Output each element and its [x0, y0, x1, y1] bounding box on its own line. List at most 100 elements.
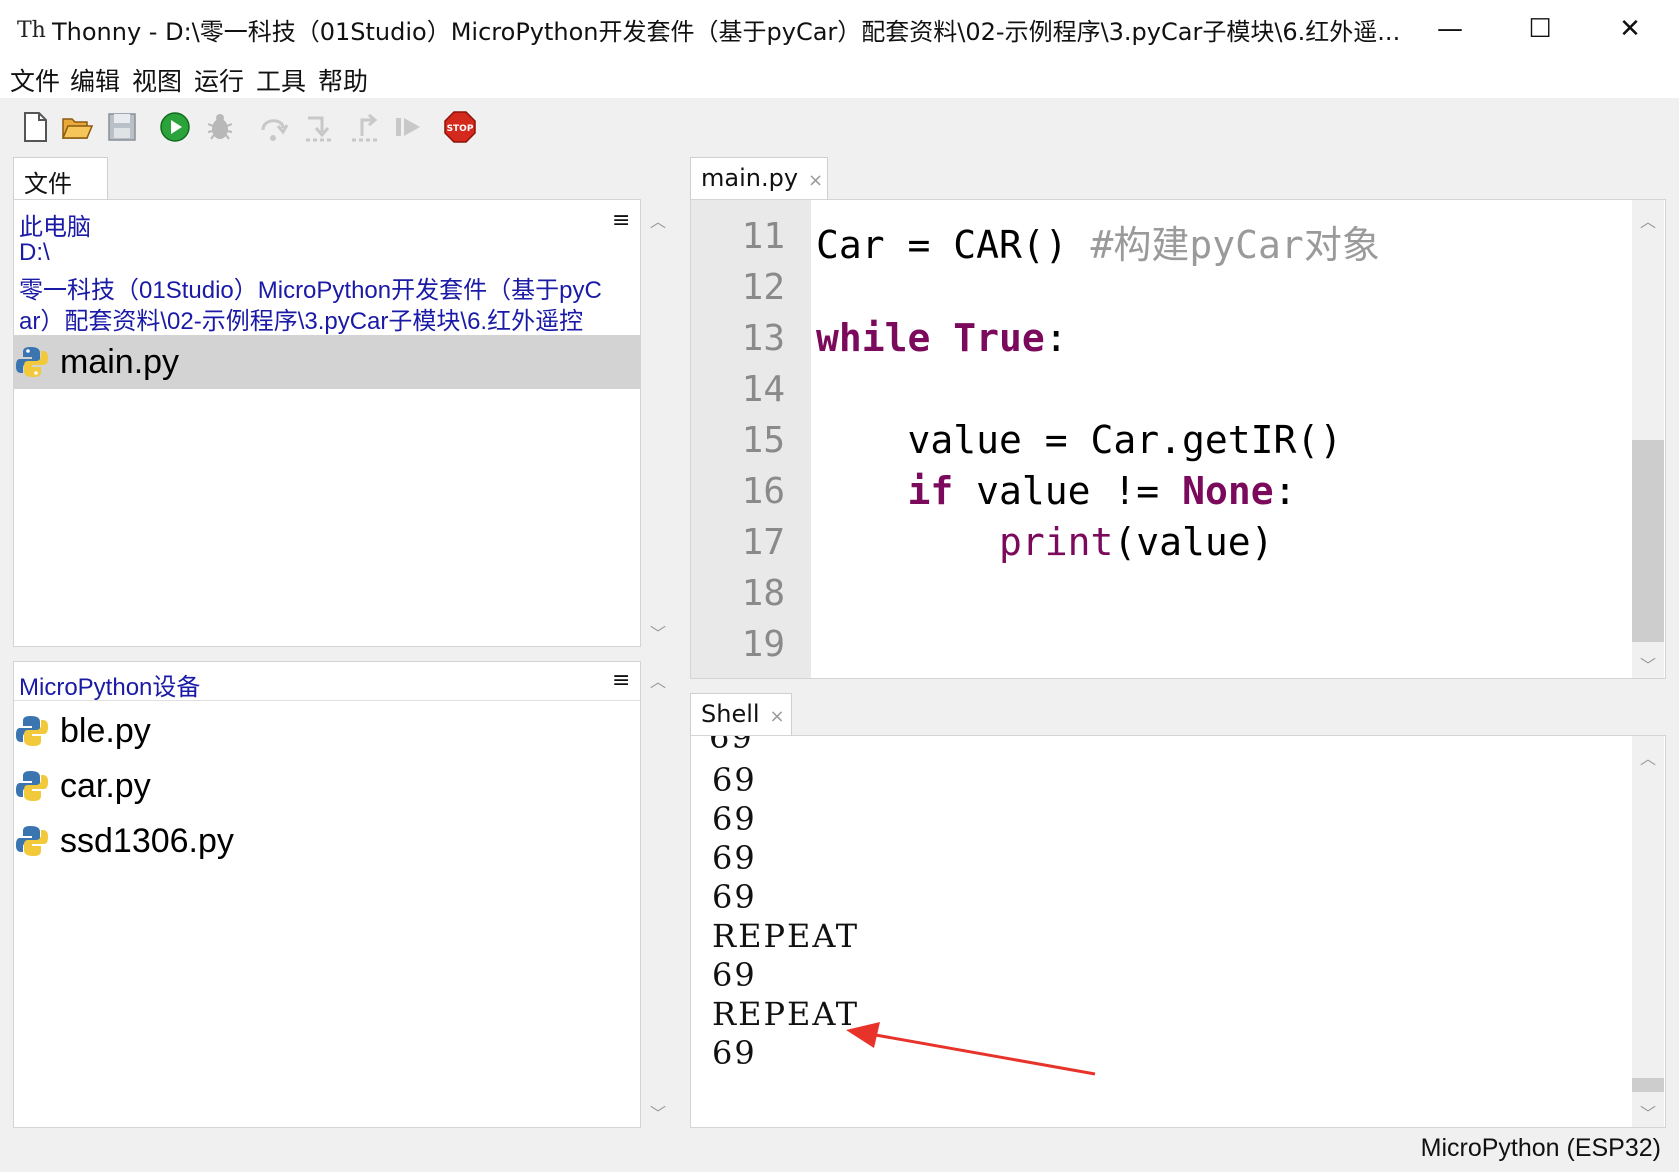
path-line-1[interactable]: 零一科技（01Studio）MicroPython开发套件（基于pyC [19, 270, 602, 305]
menu-tools[interactable]: 工具 [256, 62, 306, 98]
python-file-icon [16, 826, 48, 856]
shell-scrollbar[interactable] [1632, 736, 1664, 1127]
file-name-ssd1306: ssd1306.py [60, 821, 234, 860]
code-line-17[interactable]: print(value) [816, 520, 1274, 564]
code-line-15[interactable]: value = Car.getIR() [816, 418, 1343, 462]
annotation-arrow-icon [846, 1022, 1096, 1076]
device-header[interactable]: MicroPython设备 [19, 667, 200, 702]
run-icon[interactable] [158, 110, 192, 144]
editor-scroll-down-icon[interactable]: ﹀ [1640, 652, 1656, 676]
close-button[interactable]: ✕ [1585, 0, 1675, 58]
menu-file[interactable]: 文件 [10, 62, 60, 98]
menu-edit[interactable]: 编辑 [70, 62, 120, 98]
code-line-11[interactable]: Car = CAR() #构建pyCar对象 [816, 214, 1380, 269]
line-number: 19 [741, 624, 785, 665]
shell-output-line: 69 [712, 956, 757, 994]
step-out-icon[interactable] [348, 110, 382, 144]
python-file-icon [16, 716, 48, 746]
python-file-icon [16, 347, 48, 377]
interpreter-status[interactable]: MicroPython (ESP32) [1421, 1134, 1661, 1163]
line-number: 12 [741, 267, 785, 308]
code-text: : [1044, 316, 1068, 360]
device-menu-icon[interactable]: ≡ [612, 668, 630, 693]
file-name-ble: ble.py [60, 711, 151, 750]
svg-text:Th: Th [17, 18, 46, 43]
shell-scrollbar-thumb[interactable] [1632, 1078, 1664, 1092]
shell-output-line: 69 [712, 800, 757, 838]
maximize-button[interactable]: ☐ [1495, 0, 1585, 58]
close-icon: ✕ [1619, 14, 1641, 44]
device-scroll-up-icon[interactable]: ︿ [650, 668, 666, 692]
code-line-13[interactable]: while True: [816, 316, 1068, 360]
code-text: value != [953, 469, 1183, 513]
file-item-ble[interactable]: ble.py [14, 704, 151, 758]
window-title: Thonny - D:\零一科技（01Studio）MicroPython开发套… [52, 18, 1401, 46]
thonny-app-icon: Th [17, 18, 46, 43]
step-into-icon[interactable] [302, 110, 336, 144]
shell-partial-line: 69 [709, 735, 754, 756]
keyword-while: while [816, 316, 931, 360]
shell-scroll-up-icon[interactable]: ︿ [1640, 745, 1656, 769]
open-folder-icon[interactable] [60, 110, 94, 144]
shell-output-line: 69 [712, 1034, 757, 1072]
new-file-icon[interactable] [18, 110, 52, 144]
code-text: Car = CAR() [816, 223, 1091, 267]
stop-icon[interactable]: STOP [443, 110, 477, 144]
shell-output-line: 69 [712, 761, 757, 799]
editor-scrollbar-thumb[interactable] [1632, 440, 1664, 642]
line-number-gutter: 11 12 13 14 15 16 17 18 19 [691, 200, 811, 678]
maximize-icon: ☐ [1528, 14, 1552, 44]
minimize-button[interactable]: — [1405, 0, 1495, 58]
local-menu-icon[interactable]: ≡ [612, 208, 630, 233]
keyword-if: if [816, 469, 954, 513]
menu-bar: 文件 编辑 视图 运行 工具 帮助 [0, 58, 1679, 98]
editor-scroll-up-icon[interactable]: ︿ [1640, 208, 1656, 232]
file-item-ssd1306[interactable]: ssd1306.py [14, 814, 234, 868]
device-scroll-down-icon[interactable]: ﹀ [650, 1100, 666, 1124]
title-bar: Th Thonny - D:\零一科技（01Studio）MicroPython… [0, 0, 1679, 59]
tab-shell-close-icon[interactable]: × [770, 706, 785, 727]
local-scroll-up-icon[interactable]: ︿ [650, 208, 666, 232]
shell-output-line: 69 [712, 839, 757, 877]
menu-help[interactable]: 帮助 [318, 62, 368, 98]
device-divider [14, 700, 640, 701]
tab-main-py-label: main.py [701, 164, 799, 192]
line-number: 17 [741, 522, 785, 563]
line-number: 14 [741, 369, 785, 410]
file-item-main[interactable]: main.py [14, 335, 179, 389]
tab-shell[interactable]: Shell × [690, 693, 792, 736]
save-icon[interactable] [105, 110, 139, 144]
shell-output-line: REPEAT [712, 917, 860, 955]
debug-icon[interactable] [203, 110, 237, 144]
tab-shell-label: Shell [701, 700, 760, 728]
step-over-icon[interactable] [257, 110, 291, 144]
shell-output-line: 69 [712, 878, 757, 916]
shell-scroll-down-icon[interactable]: ﹀ [1640, 1100, 1656, 1124]
python-file-icon [16, 771, 48, 801]
resume-icon[interactable] [392, 110, 426, 144]
code-line-16[interactable]: if value != None: [816, 469, 1297, 513]
path-drive[interactable]: D:\ [19, 239, 50, 267]
menu-run[interactable]: 运行 [194, 62, 244, 98]
tab-files[interactable]: 文件× [13, 157, 108, 226]
code-comment: #构建pyCar对象 [1090, 223, 1380, 267]
file-name-car: car.py [60, 766, 151, 805]
this-pc-link[interactable]: 此电脑 [19, 207, 91, 242]
local-files-panel [13, 199, 641, 647]
code-text: : [1273, 469, 1297, 513]
line-number: 18 [741, 573, 785, 614]
shell-output-line: REPEAT [712, 995, 860, 1033]
local-scroll-down-icon[interactable]: ﹀ [650, 620, 666, 644]
minimize-icon: — [1437, 14, 1463, 44]
line-number: 11 [741, 216, 785, 257]
keyword-true: True [953, 316, 1045, 360]
line-number: 15 [741, 420, 785, 461]
tab-main-py[interactable]: main.py × [690, 157, 828, 200]
file-item-car[interactable]: car.py [14, 759, 151, 813]
menu-view[interactable]: 视图 [132, 62, 182, 98]
toolbar: STOP [0, 98, 1679, 154]
tab-main-py-close-icon[interactable]: × [808, 170, 823, 191]
path-line-2[interactable]: ar）配套资料\02-示例程序\3.pyCar子模块\6.红外遥控 [19, 301, 583, 336]
keyword-none: None [1182, 469, 1274, 513]
